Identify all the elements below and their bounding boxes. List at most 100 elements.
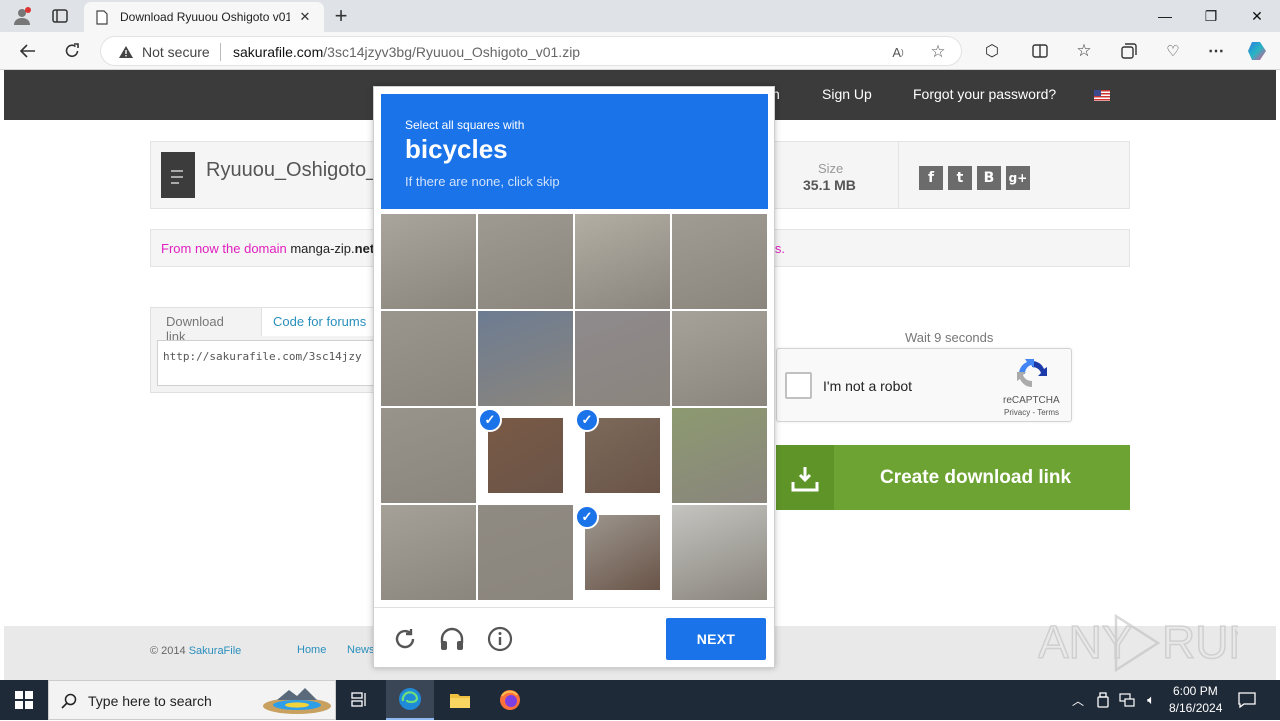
svg-text:ANY: ANY [1038,616,1133,668]
captcha-tile[interactable] [381,408,476,503]
task-view-icon[interactable] [336,680,384,720]
recaptcha-logo-icon [1015,357,1049,391]
audio-challenge-icon[interactable] [437,624,467,654]
browser-essentials-icon[interactable]: ♡ [1161,39,1185,63]
tile-image [585,515,660,590]
usb-icon[interactable] [1093,690,1113,710]
start-button[interactable] [0,680,48,720]
captcha-tile[interactable] [381,505,476,600]
captcha-tile[interactable] [672,214,767,309]
more-menu-icon[interactable]: ⋯ [1204,39,1228,63]
notice-domain[interactable]: manga-zip. [290,241,354,256]
next-button[interactable]: NEXT [666,618,766,660]
refresh-icon[interactable] [60,39,84,63]
captcha-tile[interactable] [478,311,573,406]
footer-link-home[interactable]: Home [297,644,326,656]
footer-copyright: © 2014 SakuraFile [150,645,241,657]
link-box: Download link Code for forums http://sak… [150,307,381,393]
vk-icon[interactable]: B [977,166,1001,190]
tab-actions-icon[interactable] [46,4,74,28]
maximize-button[interactable]: ❐ [1188,0,1234,32]
info-icon[interactable] [485,624,515,654]
captcha-tile[interactable] [672,311,767,406]
facebook-icon[interactable]: f [919,166,943,190]
chevron-up-icon[interactable]: ︿ [1068,690,1088,710]
edge-taskbar-icon[interactable] [386,680,434,720]
split-screen-icon[interactable] [1028,39,1052,63]
google-plus-icon[interactable]: g+ [1006,166,1030,190]
forgot-password-link[interactable]: Forgot your password? [913,86,1056,102]
footer-brand-link[interactable]: SakuraFile [189,645,242,657]
minimize-button[interactable]: — [1142,0,1188,32]
tile-image [488,418,563,493]
recaptcha-checkbox[interactable] [785,372,812,399]
captcha-tile[interactable] [575,214,670,309]
captcha-tile[interactable] [672,408,767,503]
us-flag-icon[interactable] [1094,90,1110,101]
link-field[interactable]: http://sakurafile.com/3sc14jzy [157,340,381,386]
firefox-icon[interactable] [486,680,534,720]
close-window-button[interactable]: ✕ [1234,0,1280,32]
clock-time[interactable]: 6:00 PM [1173,684,1218,698]
create-download-link-button[interactable]: Create download link [776,445,1130,510]
sign-up-link[interactable]: Sign Up [822,86,872,102]
recaptcha-label: I'm not a robot [823,378,913,394]
recaptcha-brand: reCAPTCHA [1003,395,1060,406]
page-icon [94,9,110,25]
captcha-challenge: Select all squares with bicycles If ther… [373,86,775,668]
captcha-tile[interactable]: ✓ [575,505,670,600]
favorites-icon[interactable]: ☆ [1072,39,1096,63]
terms-link[interactable]: Terms [1037,408,1059,417]
copilot-icon[interactable] [1244,38,1270,64]
close-tab-icon[interactable]: ✕ [296,8,314,26]
captcha-tile[interactable] [478,214,573,309]
footer-link-news[interactable]: News [347,644,375,656]
search-highlight-image [261,686,333,716]
captcha-tile[interactable] [381,214,476,309]
clock-date[interactable]: 8/16/2024 [1169,701,1222,715]
notifications-icon[interactable] [1236,690,1258,710]
captcha-tile[interactable]: ✓ [478,408,573,503]
challenge-keyword: bicycles [405,134,508,164]
notice-domain-tld[interactable]: net [355,241,375,256]
tile-selected-check-icon: ✓ [478,408,502,432]
profile-icon[interactable] [8,4,36,28]
challenge-footer: NEXT [374,607,774,667]
captcha-tile[interactable] [478,505,573,600]
captcha-tile[interactable] [575,311,670,406]
captcha-tile[interactable] [381,311,476,406]
wait-text: Wait 9 seconds [905,330,994,345]
captcha-tile[interactable]: ✓ [575,408,670,503]
extensions-icon[interactable]: ⬡ [980,39,1004,63]
tab-code-forums[interactable]: Code for forums [261,308,381,336]
back-icon[interactable] [16,39,40,63]
download-icon [776,445,834,510]
captcha-tile[interactable] [672,505,767,600]
search-placeholder: Type here to search [88,693,212,709]
read-aloud-icon[interactable]: A) [887,42,909,62]
challenge-instruction: Select all squares with [405,118,525,132]
file-icon [161,152,195,198]
network-icon[interactable] [1117,690,1137,710]
taskbar-search[interactable]: Type here to search [48,680,336,720]
warning-icon [117,43,135,61]
create-button-label: Create download link [880,467,1072,488]
tab-download-link[interactable]: Download link [151,308,261,344]
tab-active[interactable]: Download Ryuuou Oshigoto v01 ✕ [84,2,324,32]
url-path: /3sc14jzyv3bg/Ryuuou_Oshigoto_v01.zip [323,44,581,60]
url-text[interactable]: sakurafile.com/3sc14jzyv3bg/Ryuuou_Oshig… [233,44,580,60]
twitter-icon[interactable]: t [948,166,972,190]
reload-icon[interactable] [390,624,420,654]
security-label[interactable]: Not secure [142,44,210,60]
collections-icon[interactable] [1117,39,1141,63]
new-tab-button[interactable]: + [330,3,352,29]
address-bar[interactable]: Not secure sakurafile.com/3sc14jzyv3bg/R… [100,36,962,66]
favorite-star-icon[interactable]: ☆ [927,42,949,62]
volume-icon[interactable]: 🔈︎ [1141,690,1161,710]
size-value: 35.1 MB [803,177,856,193]
privacy-link[interactable]: Privacy [1004,408,1030,417]
copyright-text: © 2014 [150,645,189,657]
watermark: ANY RUN [1037,608,1262,678]
file-explorer-icon[interactable] [436,680,484,720]
tile-image [585,418,660,493]
